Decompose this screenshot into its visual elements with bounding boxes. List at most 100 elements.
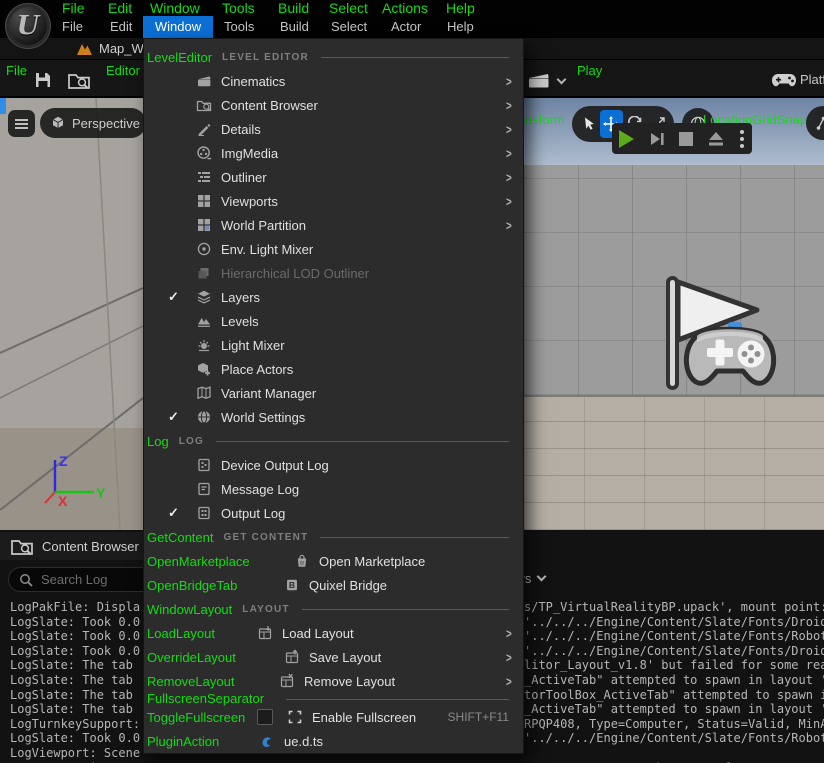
perspective-button[interactable]: Perspective: [40, 108, 146, 138]
menu-item-light-mixer[interactable]: Light Mixer: [144, 333, 523, 357]
fullscreen-checkbox[interactable]: [257, 709, 273, 725]
menu-item-label: Quixel Bridge: [309, 578, 387, 593]
menu-item-world-partition[interactable]: World Partition>: [144, 213, 523, 237]
imgmedia-icon: [196, 145, 212, 161]
menu-item-open-marketplace[interactable]: OpenMarketplaceuOpen Marketplace: [144, 549, 523, 573]
menubar-debug-label-actions: Actions: [382, 0, 428, 16]
menu-window-active[interactable]: Window: [143, 16, 213, 38]
player-start-sprite[interactable]: [645, 270, 793, 398]
menu-item-label: Viewports: [221, 194, 278, 209]
menu-item-output-log[interactable]: ✓Output Log: [144, 501, 523, 525]
menu-item-variant-manager[interactable]: Variant Manager: [144, 381, 523, 405]
log-line: '../../../Engine/Content/Slate/Fonts/Dro…: [524, 644, 824, 658]
menu-item-remove-layout[interactable]: RemoveLayoutRemove Layout>: [144, 669, 523, 693]
unreal-editor-window: { "colors": { "selection_blue": "#0b6fd6…: [0, 0, 824, 763]
menu-actor[interactable]: Actor: [391, 16, 421, 38]
menu-section-layout: WindowLayoutLAYOUT: [144, 597, 523, 621]
menu-item-enable-fullscreen[interactable]: ToggleFullscreenEnable FullscreenSHIFT+F…: [144, 705, 523, 729]
menu-item-label: Open Marketplace: [319, 554, 425, 569]
menu-item-cinematics[interactable]: Cinematics>: [144, 69, 523, 93]
menu-help[interactable]: Help: [447, 16, 474, 38]
svg-text:B: B: [289, 580, 295, 590]
menu-item-save-layout[interactable]: OverrideLayoutSave Layout>: [144, 645, 523, 669]
menu-edit[interactable]: Edit: [110, 16, 132, 38]
viewport-menu-button[interactable]: [8, 110, 35, 137]
sequencer-button[interactable]: [524, 68, 554, 92]
log-line: '../../../Engine/Content/Slate/Fonts/Rob…: [524, 731, 824, 745]
menu-item-viewports[interactable]: Viewports>: [144, 189, 523, 213]
hamburger-icon: [14, 118, 29, 130]
device-output-log-icon: [196, 457, 212, 473]
save-icon: [33, 70, 53, 90]
menu-item-world-settings[interactable]: ✓World Settings: [144, 405, 523, 429]
menu-item-content-browser[interactable]: Content Browser>: [144, 93, 523, 117]
menu-item-label: Light Mixer: [221, 338, 285, 353]
map-modified-icon: [76, 41, 93, 56]
chevron-right-icon: >: [506, 74, 512, 89]
menu-item-ue-d-ts[interactable]: PluginActionue.d.ts: [144, 729, 523, 753]
editor-debug-label: Editor: [106, 63, 140, 78]
save-button[interactable]: [30, 68, 56, 92]
menu-tools[interactable]: Tools: [224, 16, 254, 38]
viewport-main[interactable]: [524, 98, 824, 530]
menu-item-device-output-log[interactable]: Device Output Log: [144, 453, 523, 477]
log-line: LogSlate: Took 0.0: [10, 615, 140, 629]
play-options-button[interactable]: [739, 129, 745, 149]
menu-build[interactable]: Build: [280, 16, 309, 38]
menu-item-label: Content Browser: [221, 98, 318, 113]
section-title: LEVEL EDITOR: [222, 52, 309, 63]
menu-item-label: Load Layout: [282, 626, 354, 641]
viewport-left[interactable]: Z Y X: [0, 98, 143, 530]
fullscreen-icon: [287, 709, 303, 725]
menu-item-layers[interactable]: ✓Layers: [144, 285, 523, 309]
log-line: LogViewport: Scene: [10, 746, 140, 760]
stop-button[interactable]: [679, 132, 693, 146]
debug-label: LevelEditor: [147, 50, 212, 65]
chevron-right-icon: >: [506, 626, 512, 641]
menu-section-log: LogLOG: [144, 429, 523, 453]
menu-item-label: ue.d.ts: [284, 734, 323, 749]
menu-item-env-light-mixer[interactable]: Env. Light Mixer: [144, 237, 523, 261]
log-line: '../../../Engine/Content/Slate/Fonts/Dro…: [524, 615, 824, 629]
browse-content-button[interactable]: [64, 68, 94, 92]
menu-file[interactable]: File: [62, 16, 83, 38]
menu-item-label: Hierarchical LOD Outliner: [221, 266, 369, 281]
platforms-label: Platforms: [800, 72, 824, 87]
play-button[interactable]: [619, 130, 634, 148]
log-line: '../../../Engine/Content/Slate/Fonts/Rob…: [524, 629, 824, 643]
menu-item-levels[interactable]: Levels: [144, 309, 523, 333]
perspective-label: Perspective: [72, 116, 140, 131]
log-line: _ActiveTab" attempted to spawn in layout…: [524, 702, 824, 716]
menu-section-level-editor: LevelEditor LEVEL EDITOR: [144, 45, 523, 69]
menu-item-imgmedia[interactable]: ImgMedia>: [144, 141, 523, 165]
menu-item-quixel-bridge[interactable]: OpenBridgeTabBQuixel Bridge: [144, 573, 523, 597]
menu-item-label: ImgMedia: [221, 146, 278, 161]
section-divider: [321, 57, 509, 58]
menu-item-outliner[interactable]: Outliner>: [144, 165, 523, 189]
platforms-button[interactable]: [770, 70, 798, 90]
section-title: LOG: [179, 436, 204, 447]
menubar-debug-label-help: Help: [446, 0, 475, 16]
menu-select[interactable]: Select: [331, 16, 367, 38]
log-line: s/TP_VirtualRealityBP.upack', mount poin…: [524, 600, 824, 614]
menu-item-message-log[interactable]: Message Log: [144, 477, 523, 501]
menu-item-label: Device Output Log: [221, 458, 329, 473]
eject-button[interactable]: [707, 131, 725, 147]
debug-label: LoadLayout: [147, 626, 215, 641]
menu-item-load-layout[interactable]: LoadLayout Load Layout >: [144, 621, 523, 645]
menu-item-label: Outliner: [221, 170, 267, 185]
menu-item-label: Save Layout: [309, 650, 381, 665]
sequencer-icon: [526, 70, 552, 90]
sequencer-chevron-icon[interactable]: [557, 75, 567, 85]
unreal-logo[interactable]: U: [5, 3, 51, 49]
log-line: LogSlate: The tab: [10, 658, 140, 672]
check-icon: ✓: [164, 505, 196, 521]
content-browser-tab[interactable]: Content Browser: [0, 532, 152, 560]
place-actors-icon: [196, 361, 212, 377]
frame-skip-button[interactable]: [648, 130, 666, 148]
menu-item-place-actors[interactable]: Place Actors: [144, 357, 523, 381]
menu-item-details[interactable]: Details>: [144, 117, 523, 141]
section-title: GET CONTENT: [224, 532, 309, 543]
menu-item-label: Place Actors: [221, 362, 293, 377]
select-tool-button[interactable]: [576, 110, 600, 138]
